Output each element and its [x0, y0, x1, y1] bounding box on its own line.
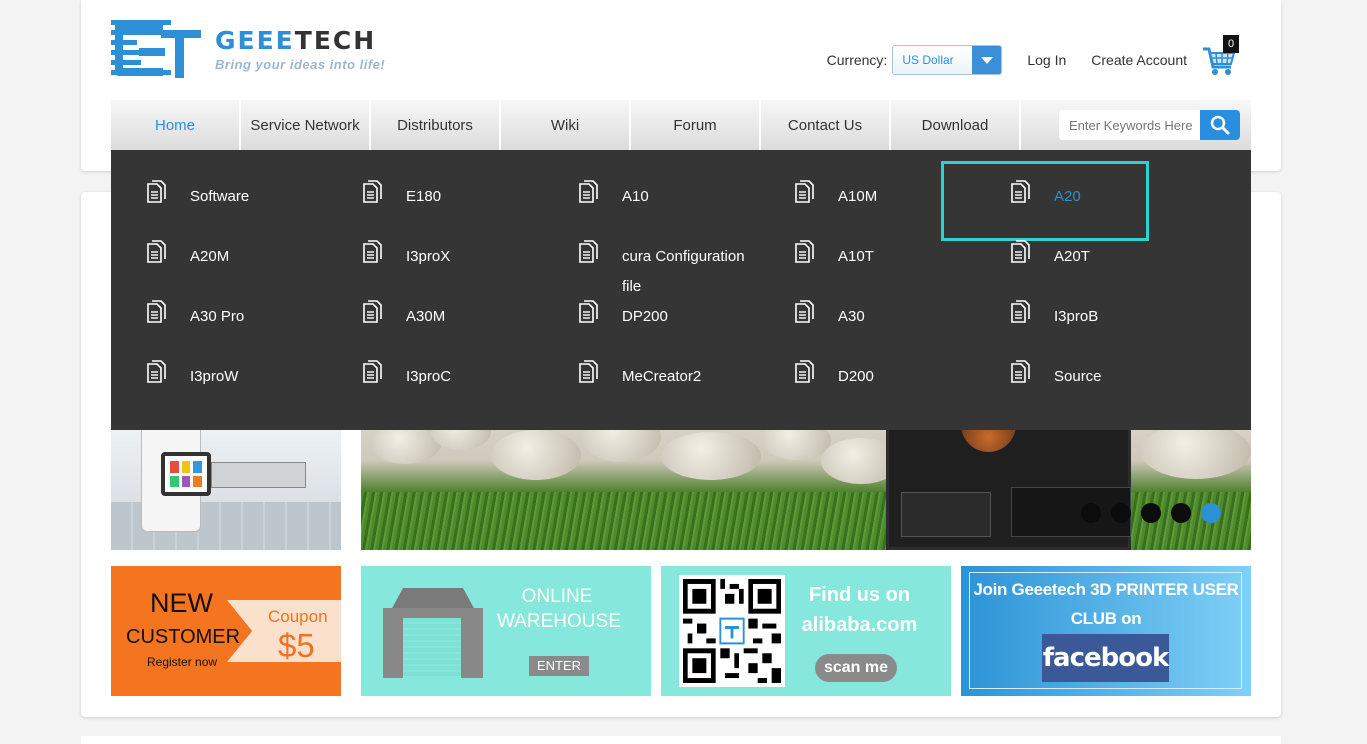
dropdown-item-label: D200 — [838, 368, 874, 385]
dropdown-item-a20[interactable]: A20 — [975, 142, 1191, 205]
promo-register-text: Register now — [147, 655, 218, 669]
warehouse-title: ONLINE WAREHOUSE — [497, 586, 621, 632]
coupon-label: Coupon — [268, 607, 328, 626]
search-icon — [1210, 115, 1230, 135]
qr-code-icon — [679, 575, 785, 687]
currency-value: US Dollar — [902, 53, 954, 67]
warehouse-icon — [383, 588, 483, 678]
dropdown-item-a10m[interactable]: A10M — [759, 142, 975, 205]
dropdown-item-cura-configuration-file[interactable]: cura Configuration file — [543, 202, 759, 295]
document-icon — [361, 360, 385, 386]
search-button[interactable] — [1200, 110, 1240, 140]
dropdown-item-i3proc[interactable]: I3proC — [327, 322, 543, 385]
side-banner-image[interactable] — [111, 422, 341, 550]
alibaba-banner[interactable]: Find us on alibaba.com scan me — [661, 566, 951, 696]
facebook-logo: facebook — [1042, 634, 1169, 682]
dropdown-item-a30[interactable]: A30 — [759, 262, 975, 325]
geeetech-logo-mark-icon — [111, 16, 201, 82]
document-icon — [1009, 360, 1033, 386]
slider-dot[interactable] — [1171, 503, 1191, 523]
currency-label: Currency: — [826, 52, 888, 68]
document-icon — [145, 360, 169, 386]
document-icon — [577, 360, 601, 386]
geeetech-logo[interactable]: GEEETECH Bring your ideas into life! — [111, 14, 401, 84]
promo-customer-text: CUSTOMER — [126, 626, 241, 648]
dropdown-item-a10t[interactable]: A10T — [759, 202, 975, 265]
hero-slider[interactable] — [361, 422, 1251, 550]
promo-new-text: NEW — [150, 588, 213, 618]
online-warehouse-banner[interactable]: ONLINE WAREHOUSE ENTER — [361, 566, 651, 696]
dropdown-item-label: MeCreator2 — [622, 368, 702, 385]
dropdown-item-e180[interactable]: E180 — [327, 142, 543, 205]
slider-dot[interactable] — [1111, 503, 1131, 523]
dropdown-item-label: I3proW — [190, 368, 239, 385]
dropdown-item-i3prox[interactable]: I3proX — [327, 202, 543, 265]
search-bar — [1059, 110, 1240, 140]
slider-dot[interactable] — [1141, 503, 1161, 523]
alibaba-title: Find us on alibaba.com — [801, 584, 918, 636]
footer-edge — [81, 736, 1281, 744]
scan-me-button[interactable]: scan me — [815, 654, 897, 682]
dropdown-item-mecreator2[interactable]: MeCreator2 — [543, 322, 759, 385]
slider-dot-active[interactable] — [1201, 503, 1221, 523]
slider-dots — [1081, 503, 1221, 523]
dropdown-item-label: I3proC — [406, 368, 452, 385]
facebook-club-text: Join Geeetech 3D PRINTER USER CLUB on — [973, 580, 1239, 628]
currency-select[interactable]: US Dollar — [892, 45, 1003, 75]
dropdown-item-a30m[interactable]: A30M — [327, 262, 543, 325]
account-bar: Currency: US Dollar Log In Create Accoun… — [826, 35, 1239, 77]
dropdown-item-a20t[interactable]: A20T — [975, 202, 1191, 265]
dropdown-item-a10[interactable]: A10 — [543, 142, 759, 205]
cart-count-badge: 0 — [1223, 35, 1239, 53]
warehouse-enter-button[interactable]: ENTER — [529, 656, 589, 676]
dropdown-item-dp200[interactable]: DP200 — [543, 262, 759, 325]
dropdown-item-a20m[interactable]: A20M — [111, 202, 327, 265]
coupon-price: $5 — [278, 627, 315, 664]
dropdown-item-software[interactable]: Software — [111, 142, 327, 205]
download-dropdown-menu: Software E180 A10 A10M A20 A20M I3proX cura Con… — [111, 150, 1251, 430]
login-link[interactable]: Log In — [1027, 52, 1066, 68]
facebook-club-banner[interactable]: Join Geeetech 3D PRINTER USER CLUB on fa… — [961, 566, 1251, 696]
document-icon — [793, 360, 817, 386]
dropdown-item-source[interactable]: Source — [975, 322, 1191, 385]
create-account-link[interactable]: Create Account — [1091, 52, 1187, 68]
dropdown-item-label: Source — [1054, 368, 1102, 385]
dropdown-item-i3prob[interactable]: I3proB — [975, 262, 1191, 325]
dropdown-item-a30-pro[interactable]: A30 Pro — [111, 262, 327, 325]
chevron-down-icon[interactable] — [972, 46, 1002, 74]
new-customer-coupon-banner[interactable]: NEW CUSTOMER Register now Coupon $5 — [111, 566, 341, 696]
search-input[interactable] — [1059, 110, 1200, 140]
dropdown-item-d200[interactable]: D200 — [759, 322, 975, 385]
brand-tagline: Bring your ideas into life! — [215, 57, 386, 72]
dropdown-item-i3prow[interactable]: I3proW — [111, 322, 327, 385]
shopping-cart-button[interactable]: 0 — [1201, 35, 1239, 77]
coupon-tag: Coupon $5 — [227, 600, 341, 662]
brand-name: GEEETECH — [215, 26, 377, 55]
slider-dot[interactable] — [1081, 503, 1101, 523]
